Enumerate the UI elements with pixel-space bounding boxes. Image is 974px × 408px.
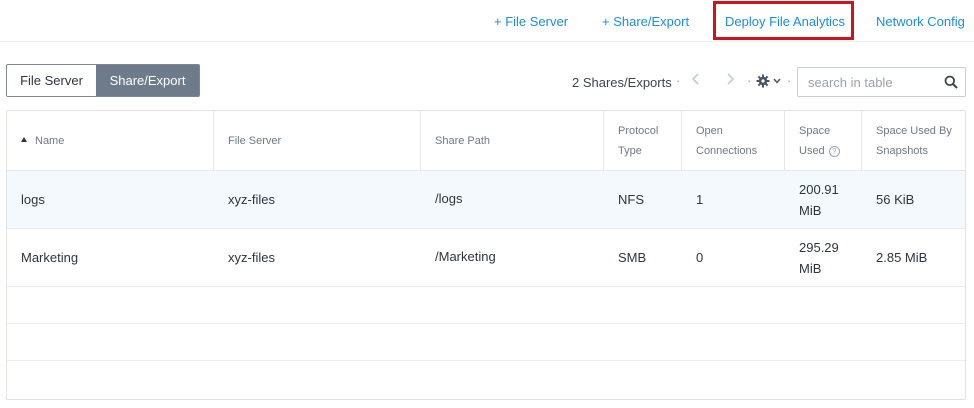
cell-protocol: NFS: [618, 192, 644, 207]
add-file-server-label: + File Server: [494, 14, 569, 29]
top-action-bar: + File Server + Share/Export Deploy File…: [0, 0, 974, 42]
separator-dot: ·: [747, 73, 752, 88]
toggle-share-export[interactable]: Share/Export: [96, 65, 199, 96]
add-share-export-label: + Share/Export: [602, 14, 690, 29]
cell-space-used-value: 200.91: [799, 181, 839, 197]
column-header-space-used-by-snapshots[interactable]: Space Used By Snapshots: [862, 111, 965, 170]
column-header-protocol-type[interactable]: Protocol Type: [604, 111, 682, 170]
column-header-protocol-label-1: Protocol: [618, 124, 659, 137]
cell-open-connections: 0: [696, 250, 704, 265]
cell-space-used: 295.29 MiB: [785, 229, 862, 286]
column-header-snap-label-2: Snapshots: [876, 144, 928, 157]
cell-file-server: xyz-files: [228, 250, 275, 265]
table-row[interactable]: logs xyz-files /logs NFS 1 200.91 MiB 56 …: [7, 171, 965, 229]
add-file-server-link[interactable]: + File Server: [494, 14, 568, 29]
separator-dot: ·: [676, 73, 681, 88]
column-header-snap-label-1: Space Used By: [876, 124, 952, 137]
cell-space-used-unit: MiB: [799, 202, 822, 218]
shares-table: Name File Server Share Path Protocol Typ…: [6, 110, 966, 400]
column-header-share-path-label: Share Path: [435, 134, 491, 147]
search-input[interactable]: [798, 68, 938, 96]
chevron-left-icon: [691, 73, 699, 85]
view-toggle: File Server Share/Export: [6, 64, 200, 97]
deploy-file-analytics-label: Deploy File Analytics: [725, 14, 845, 29]
cell-space-used: 200.91 MiB: [785, 171, 862, 228]
add-share-export-link[interactable]: + Share/Export: [602, 14, 689, 29]
toggle-file-server[interactable]: File Server: [7, 65, 96, 96]
cell-name: Marketing: [21, 250, 79, 265]
column-header-name-label: Name: [35, 134, 65, 147]
search-icon[interactable]: [944, 75, 958, 89]
empty-table-row: [7, 361, 965, 398]
column-header-file-server-label: File Server: [228, 134, 282, 147]
table-header-row: Name File Server Share Path Protocol Typ…: [7, 111, 965, 171]
cell-snapshots: 2.85 MiB: [876, 250, 928, 265]
cell-share-path: /Marketing: [435, 249, 496, 264]
cell-snapshots: 56 KiB: [876, 192, 915, 207]
column-header-open-label-2: Connections: [696, 144, 758, 157]
network-config-link[interactable]: Network Config: [876, 14, 965, 29]
gear-icon: [756, 74, 770, 88]
cell-space-used-unit: MiB: [799, 260, 822, 276]
column-header-open-connections[interactable]: Open Connections: [682, 111, 785, 170]
column-header-open-label-1: Open: [696, 124, 723, 137]
table-settings-button[interactable]: [756, 72, 784, 90]
previous-page-button[interactable]: [691, 72, 701, 90]
separator-dot: ·: [787, 73, 792, 88]
empty-table-row: [7, 287, 965, 324]
cell-share-path: /logs: [435, 191, 463, 206]
column-header-space-label-2: Used: [799, 144, 825, 157]
table-search: [797, 67, 966, 97]
shares-count: 2 Shares/Exports: [572, 75, 672, 90]
column-header-protocol-label-2: Type: [618, 144, 642, 157]
column-header-space-label-1: Space: [799, 124, 831, 137]
cell-protocol: SMB: [618, 250, 647, 265]
cell-open-connections: 1: [696, 192, 704, 207]
column-header-name[interactable]: Name: [7, 111, 214, 170]
network-config-label: Network Config: [876, 14, 965, 29]
column-header-space-used[interactable]: Space Used?: [785, 111, 862, 170]
help-circle-icon[interactable]: ?: [828, 145, 840, 157]
chevron-right-icon: [727, 73, 735, 85]
cell-space-used-value: 295.29: [799, 239, 839, 255]
next-page-button[interactable]: [725, 72, 735, 90]
empty-table-row: [7, 324, 965, 361]
column-header-share-path[interactable]: Share Path: [421, 111, 604, 170]
sort-ascending-icon: [21, 137, 27, 142]
cell-file-server: xyz-files: [228, 192, 275, 207]
table-row[interactable]: Marketing xyz-files /Marketing SMB 0 295…: [7, 229, 965, 287]
cell-name: logs: [21, 192, 45, 207]
deploy-file-analytics-link[interactable]: Deploy File Analytics: [725, 14, 845, 29]
column-header-file-server[interactable]: File Server: [214, 111, 421, 170]
chevron-down-icon: [773, 78, 781, 84]
